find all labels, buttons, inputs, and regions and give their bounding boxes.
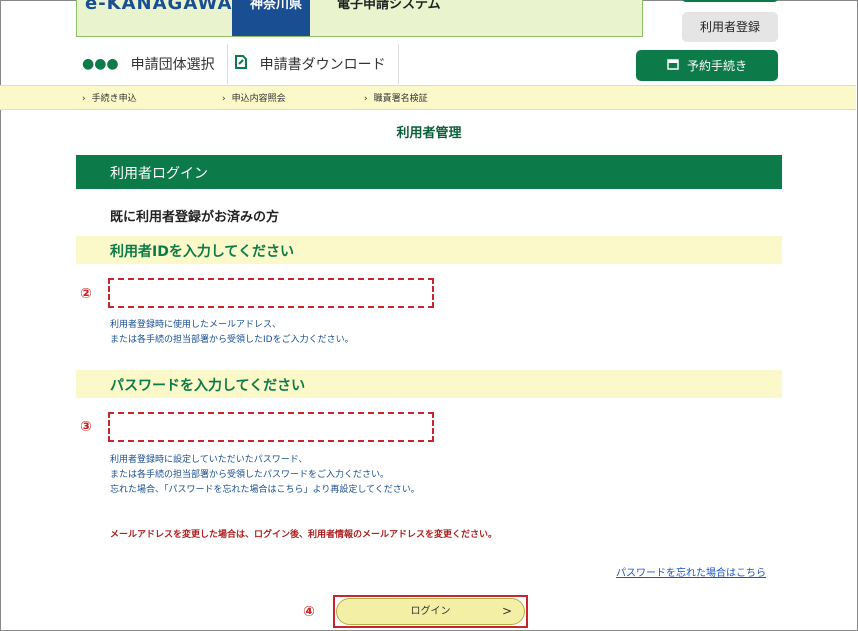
- password-help: 利用者登録時に設定していただいたパスワード、 または各手続の担当部署から受領した…: [110, 455, 420, 495]
- step-link-apply[interactable]: › 手続き申込: [82, 91, 137, 104]
- nav-item-group-select[interactable]: ●●● 申請団体選択: [76, 44, 228, 84]
- subheading: 既に利用者登録がお済みの方: [110, 210, 280, 225]
- forgot-password-link[interactable]: パスワードを忘れた場合はこちら: [616, 564, 766, 579]
- header-banner: e-KANAGAWA 神奈川県 電子申請システム: [76, 0, 643, 37]
- password-label-bar: パスワードを入力してください: [76, 370, 782, 398]
- calendar-icon: [667, 58, 679, 73]
- user-id-input[interactable]: [108, 278, 436, 308]
- email-change-warning: メールアドレスを変更した場合は、ログイン後、利用者情報のメールアドレスを変更くだ…: [110, 530, 498, 540]
- user-register-button[interactable]: 利用者登録: [682, 12, 778, 42]
- nav-item-download[interactable]: 申請書ダウンロード: [228, 44, 399, 84]
- password-label: パスワードを入力してください: [110, 378, 306, 394]
- marker-2: ②: [80, 286, 92, 302]
- top-green-button[interactable]: [682, 0, 778, 2]
- nav-item-label: 申請団体選択: [130, 57, 215, 73]
- chevron-right-icon: ›: [82, 94, 86, 104]
- section-title: 利用者ログイン: [110, 166, 208, 182]
- group-icon: ●●●: [82, 56, 119, 72]
- prefecture-badge: 神奈川県: [232, 0, 310, 36]
- password-input[interactable]: [108, 412, 436, 442]
- main-nav: ●●● 申請団体選択 申請書ダウンロード: [76, 44, 399, 84]
- step-link-inquiry[interactable]: › 申込内容照会: [222, 91, 286, 104]
- login-button-label: ログイン: [410, 606, 451, 617]
- nav-item-label: 申請書ダウンロード: [259, 57, 386, 73]
- reserve-button-label: 予約手続き: [686, 59, 747, 73]
- marker-3: ③: [80, 419, 92, 435]
- system-title: 電子申請システム: [337, 0, 441, 12]
- user-id-label-bar: 利用者IDを入力してください: [76, 236, 782, 264]
- user-id-field[interactable]: [110, 280, 436, 308]
- download-doc-icon: [234, 55, 248, 73]
- reserve-procedure-button[interactable]: 予約手続き: [636, 50, 778, 81]
- page-title: 利用者管理: [396, 126, 462, 141]
- e-kanagawa-logo: e-KANAGAWA: [85, 0, 233, 14]
- step-link-verify[interactable]: › 職責署名検証: [364, 91, 428, 104]
- section-header: 利用者ログイン: [76, 155, 782, 189]
- user-id-help: 利用者登録時に使用したメールアドレス、 または各手続の担当部署から受領したIDを…: [110, 320, 354, 345]
- marker-4: ④: [303, 604, 315, 620]
- chevron-right-icon: >: [501, 604, 512, 618]
- prefecture-label: 神奈川県: [250, 0, 303, 12]
- password-field[interactable]: [110, 414, 436, 442]
- chevron-right-icon: ›: [222, 94, 226, 104]
- login-button[interactable]: ログイン >: [336, 598, 525, 625]
- chevron-right-icon: ›: [364, 94, 368, 104]
- user-id-label: 利用者IDを入力してください: [110, 244, 294, 260]
- steps-bar: › 手続き申込 › 申込内容照会 › 職責署名検証: [0, 85, 856, 110]
